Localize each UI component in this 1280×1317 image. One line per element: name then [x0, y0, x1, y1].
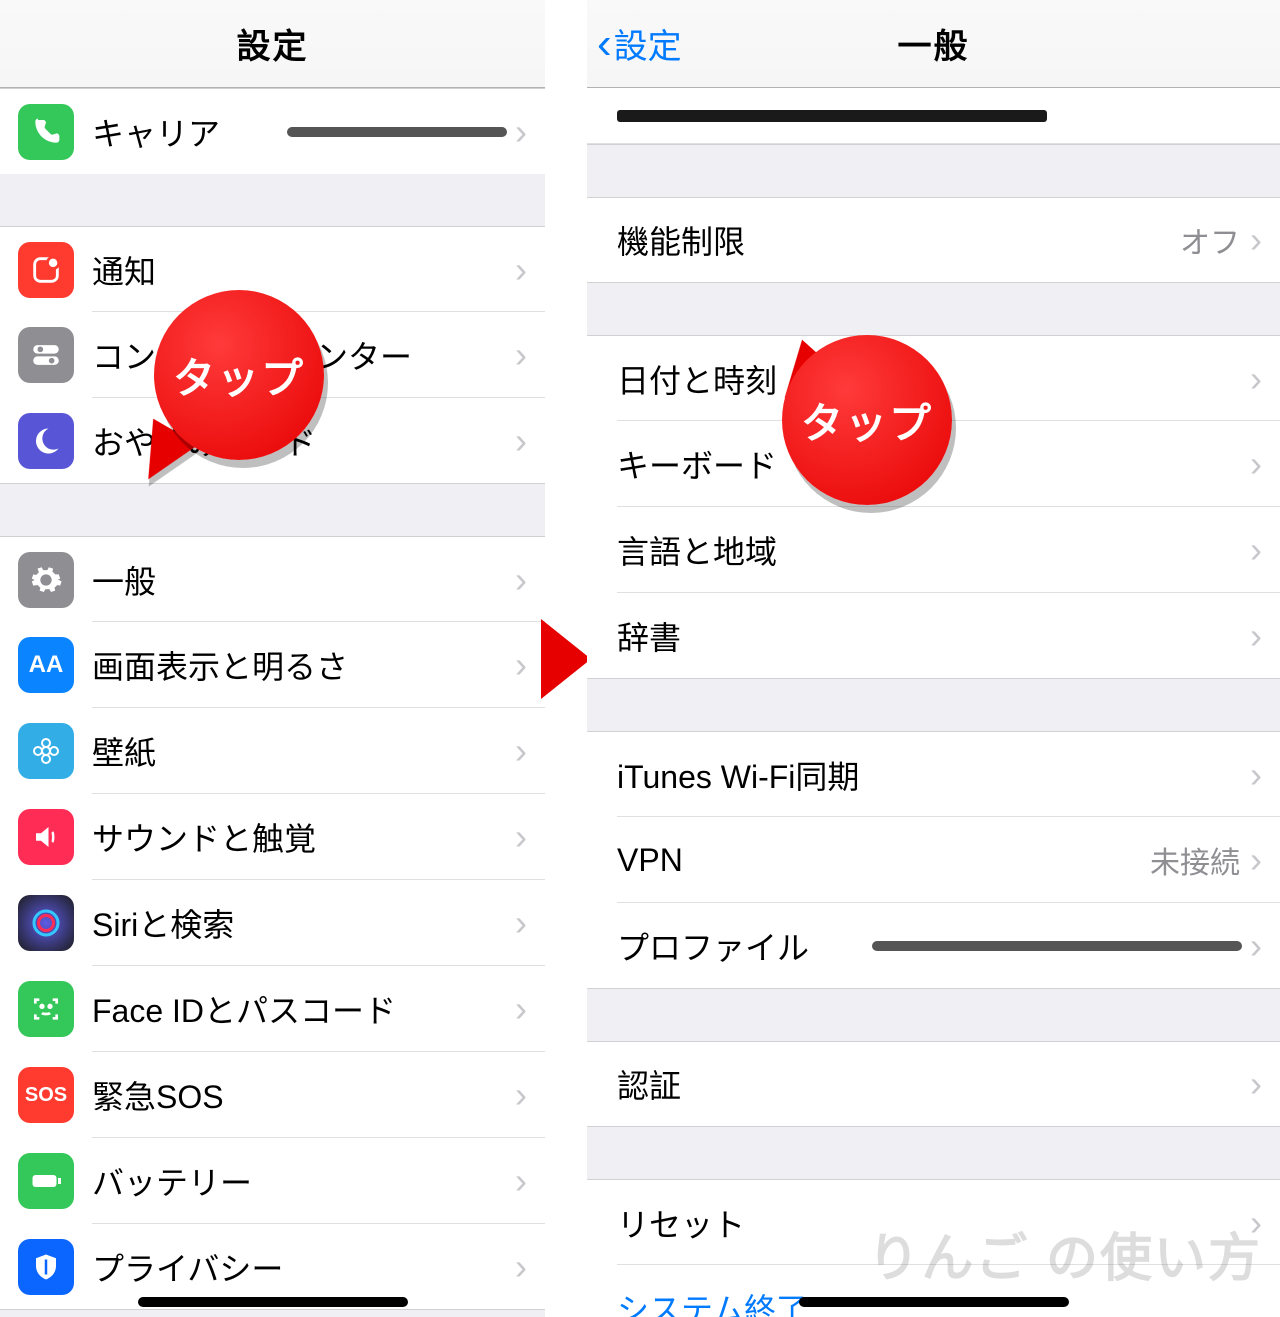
cell-detail: オフ [1180, 218, 1240, 262]
control-center-icon [18, 327, 74, 383]
chevron-right-icon: › [515, 816, 527, 858]
cell-detail: 未接続 [1150, 838, 1240, 882]
home-indicator [799, 1297, 1069, 1307]
cell-label: 画面表示と明るさ [92, 642, 515, 688]
cell-label: キャリア [92, 109, 287, 155]
chevron-right-icon: › [1250, 925, 1262, 967]
cell-label: VPN [617, 842, 1150, 879]
tap-callout: タップ [782, 335, 952, 505]
navbar-title: 設定 [237, 19, 309, 68]
general-scroll[interactable]: 機能制限 オフ › 日付と時刻 › キーボード › 言語と地域 › 辞書 [587, 88, 1280, 1317]
redacted-row [617, 110, 1047, 122]
cell-label: バッテリー [92, 1158, 515, 1204]
tap-callout: タップ [154, 290, 324, 460]
chevron-right-icon: › [515, 1074, 527, 1116]
chevron-right-icon: › [1250, 615, 1262, 657]
cell-label: 通知 [92, 247, 515, 293]
chevron-right-icon: › [515, 644, 527, 686]
redacted-value [872, 941, 1242, 951]
cell-label: 一般 [92, 557, 515, 603]
back-button[interactable]: ‹ 設定 [597, 19, 682, 68]
siri-icon [18, 895, 74, 951]
moon-icon [18, 413, 74, 469]
cell-label: 機能制限 [617, 217, 1180, 263]
arrow-right-icon [541, 619, 591, 699]
chevron-right-icon: › [1250, 358, 1262, 400]
chevron-right-icon: › [1250, 1063, 1262, 1105]
cell-label: 緊急SOS [92, 1072, 515, 1118]
cell-sounds[interactable]: サウンドと触覚 › [0, 794, 545, 880]
cell-sos[interactable]: SOS 緊急SOS › [0, 1052, 545, 1138]
cell-siri[interactable]: Siriと検索 › [0, 880, 545, 966]
cell-vpn[interactable]: VPN 未接続 › [587, 817, 1280, 903]
chevron-right-icon: › [1250, 754, 1262, 796]
cell-profile[interactable]: プロファイル › [587, 903, 1280, 989]
faceid-icon [18, 981, 74, 1037]
cell-certificates[interactable]: 認証 › [587, 1041, 1280, 1127]
chevron-right-icon: › [515, 334, 527, 376]
gear-icon [18, 552, 74, 608]
chevron-right-icon: › [1250, 443, 1262, 485]
cell-general[interactable]: 一般 › [0, 536, 545, 622]
cell-language-region[interactable]: 言語と地域 › [587, 507, 1280, 593]
phone-icon [18, 104, 74, 160]
home-indicator [138, 1297, 408, 1307]
chevron-left-icon: ‹ [597, 22, 612, 66]
watermark-text: りんご の使い方 [868, 1216, 1262, 1291]
cell-itunes-wifi[interactable]: iTunes Wi-Fi同期 › [587, 731, 1280, 817]
chevron-right-icon: › [515, 1160, 527, 1202]
watermark: りんご の使い方 [868, 1216, 1262, 1291]
cell-wallpaper[interactable]: 壁紙 › [0, 708, 545, 794]
cell-carrier[interactable]: キャリア › [0, 88, 545, 174]
navbar-general: ‹ 設定 一般 [587, 0, 1280, 88]
cell-label: 認証 [617, 1061, 1250, 1107]
back-label: 設定 [614, 19, 682, 68]
cell-restrictions[interactable]: 機能制限 オフ › [587, 197, 1280, 283]
redacted-value [287, 127, 507, 137]
cell-display[interactable]: AA 画面表示と明るさ › [0, 622, 545, 708]
cell-label: プロファイル [617, 923, 872, 969]
chevron-right-icon: › [515, 559, 527, 601]
chevron-right-icon: › [515, 111, 527, 153]
display-icon: AA [18, 637, 74, 693]
chevron-right-icon: › [515, 988, 527, 1030]
transition-arrow-area [545, 0, 587, 1317]
cell-dictionary[interactable]: 辞書 › [587, 593, 1280, 679]
notifications-icon [18, 242, 74, 298]
privacy-icon [18, 1239, 74, 1295]
callout-text: タップ [173, 345, 305, 406]
cell-label: Siriと検索 [92, 900, 515, 946]
chevron-right-icon: › [1250, 839, 1262, 881]
chevron-right-icon: › [515, 730, 527, 772]
cell-label: iTunes Wi-Fi同期 [617, 752, 1250, 798]
cell-battery[interactable]: バッテリー › [0, 1138, 545, 1224]
chevron-right-icon: › [1250, 529, 1262, 571]
wallpaper-icon [18, 723, 74, 779]
navbar-title: 一般 [898, 19, 970, 68]
cell-label: サウンドと触覚 [92, 814, 515, 860]
cell-label: Face IDとパスコード [92, 986, 515, 1032]
cell-faceid[interactable]: Face IDとパスコード › [0, 966, 545, 1052]
chevron-right-icon: › [515, 1246, 527, 1288]
sounds-icon [18, 809, 74, 865]
battery-icon [18, 1153, 74, 1209]
general-screen: ‹ 設定 一般 機能制限 オフ › 日付と時刻 › [587, 0, 1280, 1317]
chevron-right-icon: › [515, 902, 527, 944]
cell-label: プライバシー [92, 1244, 515, 1290]
cell-partial-top[interactable] [587, 88, 1280, 144]
navbar-settings: 設定 [0, 0, 545, 88]
chevron-right-icon: › [1250, 219, 1262, 261]
cell-label: 壁紙 [92, 728, 515, 774]
settings-screen: 設定 キャリア › 通知 › [0, 0, 545, 1317]
sos-icon: SOS [18, 1067, 74, 1123]
chevron-right-icon: › [515, 249, 527, 291]
cell-label: 言語と地域 [617, 527, 1250, 573]
chevron-right-icon: › [515, 420, 527, 462]
cell-label: 辞書 [617, 613, 1250, 659]
callout-text: タップ [801, 390, 933, 451]
settings-scroll[interactable]: キャリア › 通知 › コントロールセンター › [0, 88, 545, 1317]
